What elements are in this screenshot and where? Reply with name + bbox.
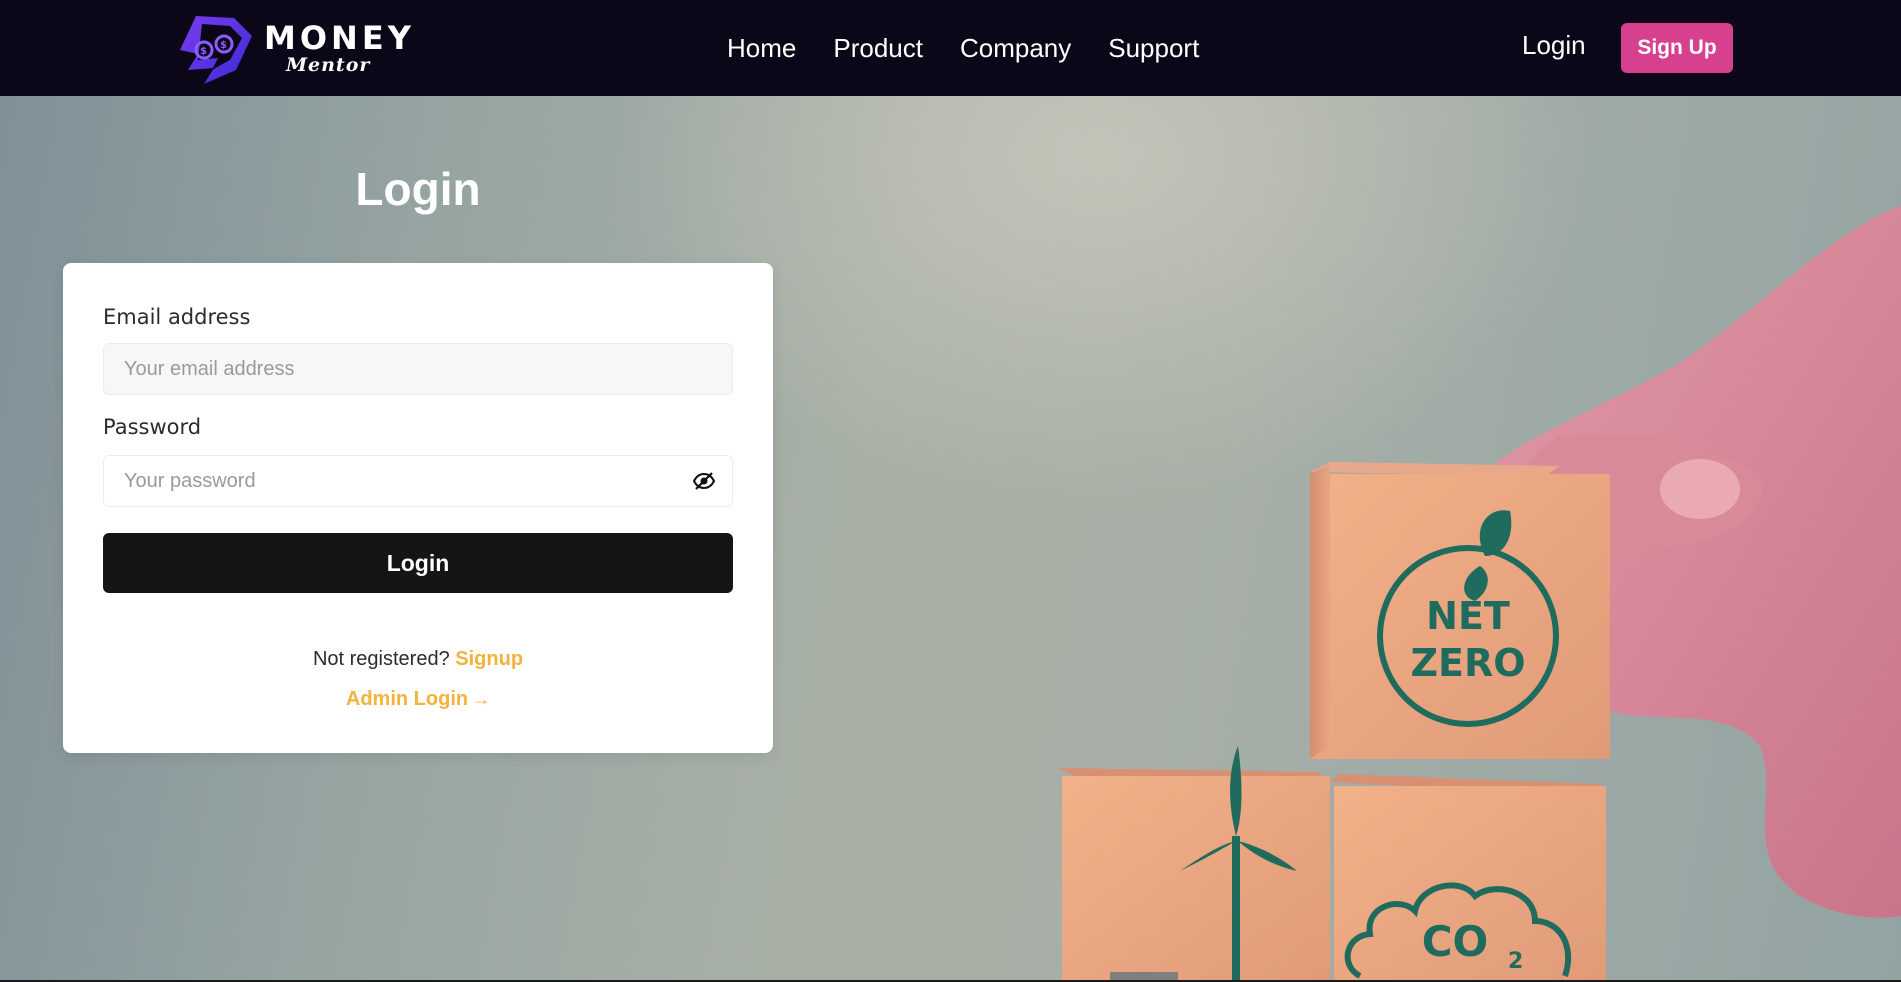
brand-logo[interactable]: $ $ MONEY Mentor <box>174 10 415 86</box>
wind-turbine-block <box>1058 746 1330 980</box>
password-input[interactable] <box>103 455 733 507</box>
admin-login-link[interactable]: Admin Login → <box>63 688 773 711</box>
svg-text:$: $ <box>200 46 207 57</box>
nav-link-home[interactable]: Home <box>727 33 796 64</box>
nav-login-link[interactable]: Login <box>1522 30 1586 61</box>
email-input[interactable] <box>103 343 733 395</box>
nav-link-company[interactable]: Company <box>960 33 1071 64</box>
main-nav: Home Product Company Support <box>727 0 1199 96</box>
net-zero-text-2: ZERO <box>1410 641 1525 685</box>
net-zero-block: NET ZERO <box>1310 462 1610 759</box>
money-mentor-logo-icon: $ $ <box>180 16 252 84</box>
login-card: Email address Password Login Not registe… <box>63 263 773 753</box>
login-submit-button[interactable]: Login <box>103 533 733 593</box>
admin-login-label: Admin Login <box>345 688 469 710</box>
co2-subscript: 2 <box>1508 949 1523 974</box>
register-prompt-text: Not registered? <box>312 648 450 670</box>
nav-link-product[interactable]: Product <box>833 33 923 64</box>
svg-text:$: $ <box>220 40 227 51</box>
login-page-title: Login <box>355 163 481 215</box>
arrow-right-icon: → <box>472 689 491 709</box>
nav-link-support[interactable]: Support <box>1108 33 1199 64</box>
net-zero-text-1: NET <box>1426 594 1510 638</box>
brand-tagline: Mentor <box>286 53 371 76</box>
top-navbar: $ $ MONEY Mentor Home Product Company Su… <box>0 0 1901 96</box>
co2-block: CO 2 <box>1330 774 1606 980</box>
brand-name: MONEY <box>264 18 415 57</box>
register-signup-link[interactable]: Signup <box>455 648 523 670</box>
email-label: Email address <box>103 305 251 329</box>
co2-text: CO <box>1422 917 1489 966</box>
signup-button[interactable]: Sign Up <box>1621 23 1733 73</box>
register-prompt-line: Not registered? Signup <box>63 648 773 671</box>
password-label: Password <box>103 415 202 439</box>
eye-slash-icon[interactable] <box>689 466 719 496</box>
